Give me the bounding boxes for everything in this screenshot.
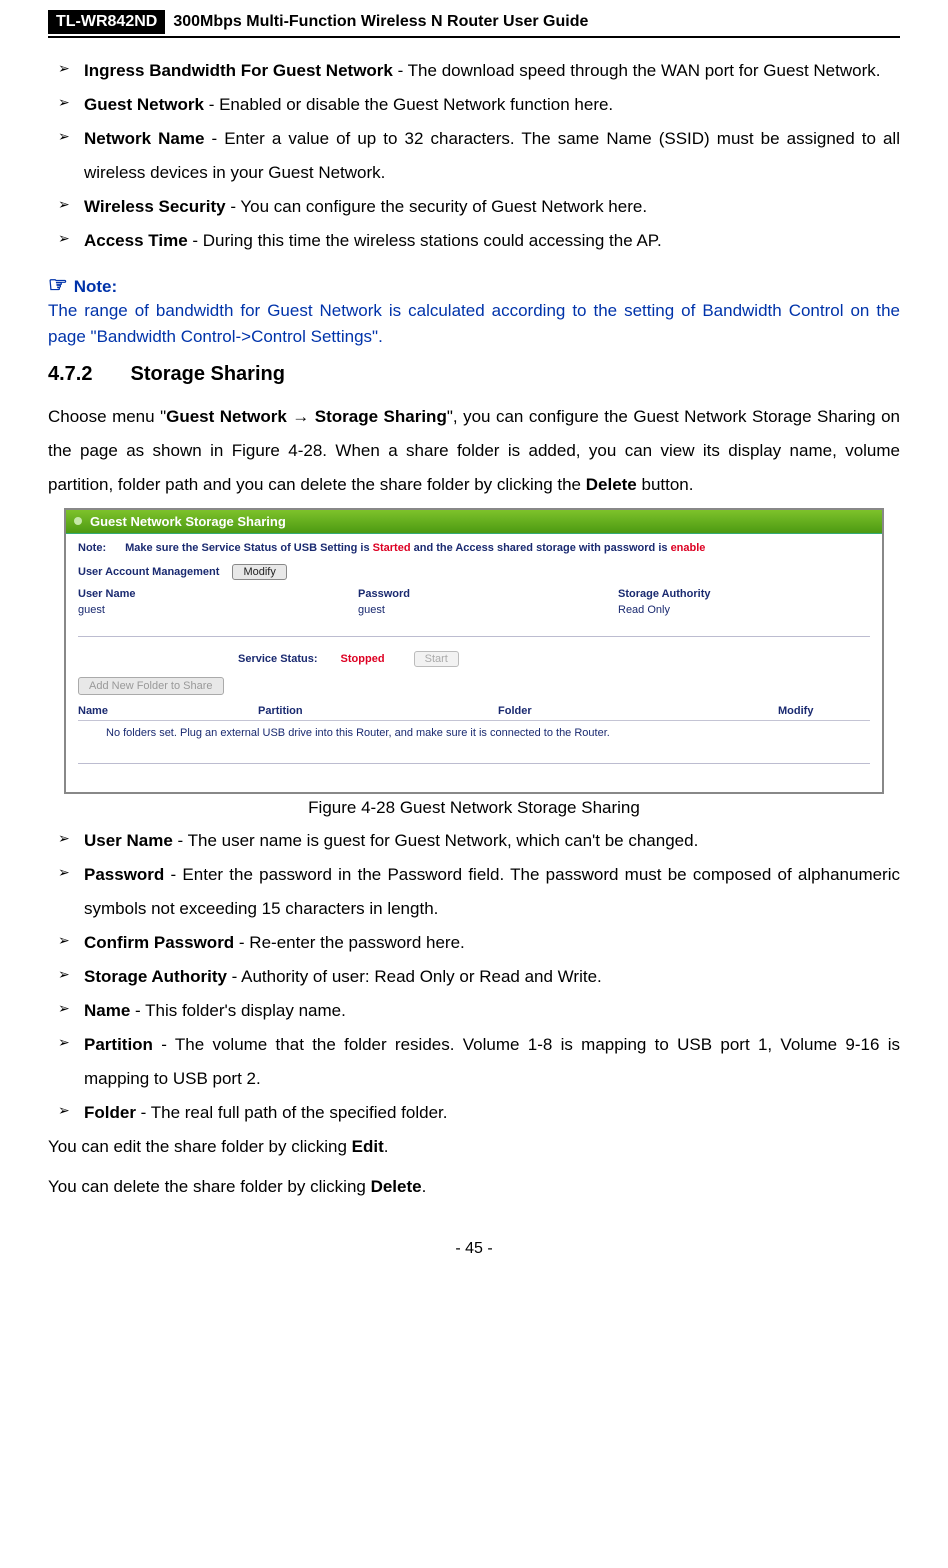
delete-term: Delete — [586, 475, 637, 494]
service-status-value: Stopped — [341, 653, 385, 665]
desc: - The real full path of the specified fo… — [136, 1103, 448, 1122]
list-item: Access Time - During this time the wirel… — [48, 224, 900, 258]
term: Name — [84, 1001, 130, 1020]
service-status-label: Service Status: — [238, 653, 317, 665]
col-storage-authority: Storage Authority — [618, 588, 870, 600]
col-partition: Partition — [258, 705, 498, 717]
term: Access Time — [84, 231, 188, 250]
section-heading: 4.7.2 Storage Sharing — [48, 363, 900, 386]
list-item: Wireless Security - You can configure th… — [48, 190, 900, 224]
text: . — [422, 1177, 427, 1196]
col-user-name: User Name — [78, 588, 358, 600]
term: Folder — [84, 1103, 136, 1122]
desc: - This folder's display name. — [130, 1001, 346, 1020]
note-heading: ☞ Note: — [48, 272, 900, 298]
section-title: Storage Sharing — [130, 363, 284, 385]
term: Wireless Security — [84, 197, 226, 216]
list-item: User Name - The user name is guest for G… — [48, 824, 900, 858]
note-body: The range of bandwidth for Guest Network… — [48, 298, 900, 351]
page-header: TL-WR842ND 300Mbps Multi-Function Wirele… — [48, 10, 900, 38]
list-item: Confirm Password - Re-enter the password… — [48, 926, 900, 960]
list-item: Storage Authority - Authority of user: R… — [48, 960, 900, 994]
section-number: 4.7.2 — [48, 363, 92, 385]
user-account-management-row: User Account Management Modify — [78, 564, 870, 580]
desc: - The download speed through the WAN por… — [393, 61, 881, 80]
panel-title: Guest Network Storage Sharing — [90, 514, 286, 529]
list-item: Guest Network - Enabled or disable the G… — [48, 88, 900, 122]
list-item: Folder - The real full path of the speci… — [48, 1096, 900, 1130]
definition-list-2: User Name - The user name is guest for G… — [48, 824, 900, 1130]
cell-user: guest — [78, 604, 358, 616]
list-item: Ingress Bandwidth For Guest Network - Th… — [48, 54, 900, 88]
tail-line-delete: You can delete the share folder by click… — [48, 1170, 900, 1204]
model-badge: TL-WR842ND — [48, 10, 165, 34]
delete-term: Delete — [371, 1177, 422, 1196]
empty-state-message: No folders set. Plug an external USB dri… — [78, 721, 870, 763]
term: Confirm Password — [84, 933, 234, 952]
col-name: Name — [78, 705, 258, 717]
col-password: Password — [358, 588, 618, 600]
cell-auth: Read Only — [618, 604, 870, 616]
term: User Name — [84, 831, 173, 850]
desc: - The user name is guest for Guest Netwo… — [173, 831, 698, 850]
note-block: ☞ Note: The range of bandwidth for Guest … — [48, 272, 900, 351]
text: . — [384, 1137, 389, 1156]
desc: - Re-enter the password here. — [234, 933, 465, 952]
status-enable: enable — [671, 542, 706, 554]
term: Network Name — [84, 129, 204, 148]
term: Password — [84, 865, 164, 884]
status-started: Started — [373, 542, 411, 554]
note-text: Make sure the Service Status of USB Sett… — [125, 542, 373, 554]
figure-screenshot: Guest Network Storage Sharing Note: Make… — [64, 508, 884, 794]
bullet-icon — [74, 517, 82, 525]
desc: - Enter a value of up to 32 characters. … — [84, 129, 900, 182]
account-table-header: User Name Password Storage Authority — [78, 588, 870, 600]
desc: - Enabled or disable the Guest Network f… — [204, 95, 613, 114]
tail-line-edit: You can edit the share folder by clickin… — [48, 1130, 900, 1164]
cell-pass: guest — [358, 604, 618, 616]
desc: - During this time the wireless stations… — [188, 231, 662, 250]
term: Storage Authority — [84, 967, 227, 986]
list-item: Password - Enter the password in the Pas… — [48, 858, 900, 926]
col-modify: Modify — [778, 705, 870, 717]
edit-term: Edit — [352, 1137, 384, 1156]
col-folder: Folder — [498, 705, 778, 717]
divider — [78, 636, 870, 637]
desc: - You can configure the security of Gues… — [226, 197, 647, 216]
folder-table-header: Name Partition Folder Modify — [78, 705, 870, 721]
menu-path: Guest Network → Storage Sharing — [166, 407, 447, 426]
divider — [78, 763, 870, 764]
modify-button[interactable]: Modify — [232, 564, 286, 580]
panel-titlebar: Guest Network Storage Sharing — [66, 510, 882, 534]
desc: - Enter the password in the Password fie… — [84, 865, 900, 918]
figure-caption: Figure 4-28 Guest Network Storage Sharin… — [48, 798, 900, 818]
note-label: Note: — [74, 277, 117, 296]
text: You can edit the share folder by clickin… — [48, 1137, 352, 1156]
note-label: Note: — [78, 542, 122, 554]
list-item: Partition - The volume that the folder r… — [48, 1028, 900, 1096]
uam-label: User Account Management — [78, 566, 219, 578]
add-folder-button[interactable]: Add New Folder to Share — [78, 677, 224, 695]
term: Ingress Bandwidth For Guest Network — [84, 61, 393, 80]
account-table-row: guest guest Read Only — [78, 604, 870, 616]
service-status-row: Service Status: Stopped Start — [78, 651, 870, 667]
term: Guest Network — [84, 95, 204, 114]
term: Partition — [84, 1035, 153, 1054]
list-item: Name - This folder's display name. — [48, 994, 900, 1028]
text: You can delete the share folder by click… — [48, 1177, 371, 1196]
panel-note: Note: Make sure the Service Status of US… — [78, 542, 870, 554]
text: Choose menu " — [48, 407, 166, 426]
definition-list-1: Ingress Bandwidth For Guest Network - Th… — [48, 54, 900, 258]
intro-paragraph: Choose menu "Guest Network → Storage Sha… — [48, 400, 900, 502]
text: button. — [637, 475, 694, 494]
desc: - Authority of user: Read Only or Read a… — [227, 967, 602, 986]
guide-title: 300Mbps Multi-Function Wireless N Router… — [173, 13, 588, 31]
start-button[interactable]: Start — [414, 651, 459, 667]
desc: - The volume that the folder resides. Vo… — [84, 1035, 900, 1088]
list-item: Network Name - Enter a value of up to 32… — [48, 122, 900, 190]
note-text: and the Access shared storage with passw… — [411, 542, 671, 554]
pointing-hand-icon: ☞ — [48, 272, 68, 297]
page-number: - 45 - — [48, 1240, 900, 1258]
